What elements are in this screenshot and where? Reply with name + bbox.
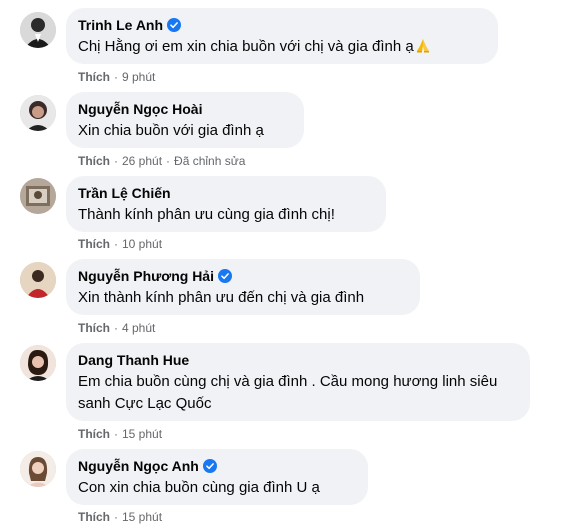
like-link[interactable]: Thích bbox=[78, 321, 110, 335]
like-link[interactable]: Thích bbox=[78, 154, 110, 168]
comment-bubble: Nguyễn Ngọc Anh Con xin chia buồn cùng g… bbox=[66, 449, 368, 505]
comment-author-row: Nguyễn Ngọc Hoài bbox=[78, 100, 292, 118]
comment-time[interactable]: 4 phút bbox=[122, 321, 155, 335]
comment-time[interactable]: 15 phút bbox=[122, 427, 162, 441]
comment-bubble: Trần Lệ Chiến Thành kính phân ưu cùng gi… bbox=[66, 176, 386, 232]
comment-author-row: Trần Lệ Chiến bbox=[78, 184, 374, 202]
comment-actions: Thích · 15 phút bbox=[78, 509, 162, 525]
comment-actions: Thích · 15 phút bbox=[78, 426, 162, 442]
avatar[interactable] bbox=[20, 12, 56, 48]
avatar[interactable] bbox=[20, 178, 56, 214]
comment-time[interactable]: 9 phút bbox=[122, 70, 155, 84]
comment-actions: Thích · 26 phút · Đã chỉnh sửa bbox=[78, 153, 245, 169]
verified-badge-icon bbox=[202, 459, 217, 473]
comment-text: Con xin chia buồn cùng gia đình U ạ bbox=[78, 479, 320, 496]
avatar[interactable] bbox=[20, 451, 56, 487]
comment-time[interactable]: 15 phút bbox=[122, 510, 162, 524]
comment-author-row: Trinh Le Anh bbox=[78, 16, 486, 34]
avatar[interactable] bbox=[20, 262, 56, 298]
comment-author[interactable]: Trinh Le Anh bbox=[78, 16, 163, 34]
comment-author-row: Dang Thanh Hue bbox=[78, 351, 518, 369]
comment-text-row: Em chia buồn cùng chị và gia đình . Cầu … bbox=[78, 371, 508, 415]
separator-dot: · bbox=[114, 510, 118, 524]
separator-dot: · bbox=[114, 154, 118, 168]
like-link[interactable]: Thích bbox=[78, 70, 110, 84]
comment-text-row: Chị Hằng ơi em xin chia buồn với chị và … bbox=[78, 36, 486, 58]
separator-dot: · bbox=[114, 321, 118, 335]
comment-bubble: Trinh Le Anh Chị Hằng ơi em xin chia buồ… bbox=[66, 8, 498, 64]
comment-text: Em chia buồn cùng chị và gia đình . Cầu … bbox=[78, 373, 498, 412]
comment-author[interactable]: Dang Thanh Hue bbox=[78, 351, 189, 369]
comment-time[interactable]: 26 phút bbox=[122, 154, 162, 168]
comment-text: Xin chia buồn với gia đình ạ bbox=[78, 122, 264, 139]
comment-text-row: Xin thành kính phân ưu đến chị và gia đì… bbox=[78, 287, 408, 309]
comment-author-row: Nguyễn Ngọc Anh bbox=[78, 457, 356, 475]
comment-bubble: Dang Thanh Hue Em chia buồn cùng chị và … bbox=[66, 343, 530, 421]
comment-author[interactable]: Nguyễn Phương Hải bbox=[78, 267, 214, 285]
like-link[interactable]: Thích bbox=[78, 427, 110, 441]
verified-badge-icon bbox=[167, 18, 182, 32]
comment-author-row: Nguyễn Phương Hải bbox=[78, 267, 408, 285]
comment-text-row: Thành kính phân ưu cùng gia đình chị! bbox=[78, 204, 374, 226]
edited-label: Đã chỉnh sửa bbox=[174, 154, 246, 168]
comment-text-row: Xin chia buồn với gia đình ạ bbox=[78, 120, 292, 142]
separator-dot: · bbox=[114, 70, 118, 84]
comment-author[interactable]: Trần Lệ Chiến bbox=[78, 184, 171, 202]
like-link[interactable]: Thích bbox=[78, 510, 110, 524]
comment-time[interactable]: 10 phút bbox=[122, 237, 162, 251]
separator-dot: · bbox=[166, 154, 171, 168]
comment-bubble: Nguyễn Ngọc Hoài Xin chia buồn với gia đ… bbox=[66, 92, 304, 148]
comment-actions: Thích · 4 phút bbox=[78, 320, 155, 336]
comment-text: Xin thành kính phân ưu đến chị và gia đì… bbox=[78, 289, 365, 306]
avatar[interactable] bbox=[20, 345, 56, 381]
comment-actions: Thích · 10 phút bbox=[78, 236, 162, 252]
folded-hands-icon bbox=[416, 39, 429, 53]
comment-text: Chị Hằng ơi em xin chia buồn với chị và … bbox=[78, 38, 414, 55]
comment-text-row: Con xin chia buồn cùng gia đình U ạ bbox=[78, 477, 356, 499]
like-link[interactable]: Thích bbox=[78, 237, 110, 251]
comment-bubble: Nguyễn Phương Hải Xin thành kính phân ưu… bbox=[66, 259, 420, 315]
comment-author[interactable]: Nguyễn Ngọc Anh bbox=[78, 457, 199, 475]
comment-author[interactable]: Nguyễn Ngọc Hoài bbox=[78, 100, 202, 118]
comment-text: Thành kính phân ưu cùng gia đình chị! bbox=[78, 206, 335, 223]
verified-badge-icon bbox=[218, 269, 232, 283]
avatar[interactable] bbox=[20, 95, 56, 131]
separator-dot: · bbox=[114, 427, 118, 441]
separator-dot: · bbox=[114, 237, 118, 251]
comment-actions: Thích · 9 phút bbox=[78, 69, 155, 85]
